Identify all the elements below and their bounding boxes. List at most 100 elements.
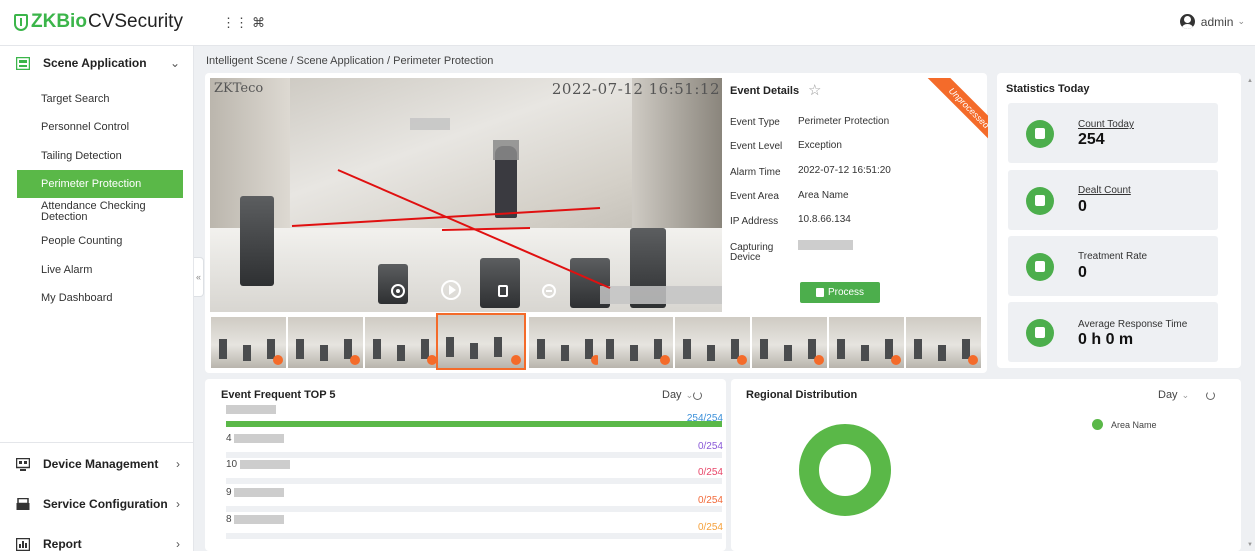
sidebar-item-people-counting[interactable]: People Counting <box>17 227 183 255</box>
event-level-value: Exception <box>798 140 842 151</box>
frequent-bar-track <box>226 478 722 484</box>
blurred-event-name <box>234 488 284 497</box>
alarm-time-value: 2022-07-12 16:51:20 <box>798 165 891 176</box>
sidebar-group-label: Report <box>43 537 82 551</box>
user-avatar-icon <box>1179 14 1195 29</box>
settings-icon[interactable] <box>542 284 556 298</box>
event-thumbnail[interactable] <box>211 317 286 368</box>
sidebar-group-label: Device Management <box>43 457 159 471</box>
sidebar-collapse-handle[interactable]: « <box>194 257 204 297</box>
report-icon <box>15 537 31 551</box>
star-icon[interactable]: ☆ <box>808 81 821 99</box>
event-thumbnail[interactable] <box>752 317 827 368</box>
frequent-bar-track <box>226 506 722 512</box>
sidebar-item-live-alarm[interactable]: Live Alarm <box>17 256 183 284</box>
process-icon <box>815 288 824 297</box>
count-today-link[interactable]: Count Today <box>1078 119 1134 130</box>
average-response-time-label: Average Response Time <box>1078 319 1188 330</box>
stat-card-average-response-time: Average Response Time 0 h 0 m <box>1008 302 1218 362</box>
stat-card-count-today: Count Today 254 <box>1008 103 1218 163</box>
regional-donut-chart[interactable] <box>790 415 900 525</box>
event-thumbnail[interactable] <box>365 317 440 368</box>
event-thumbnail[interactable] <box>906 317 981 368</box>
stat-card-treatment-rate: Treatment Rate 0 <box>1008 236 1218 296</box>
donut-slice-area-name[interactable] <box>799 424 891 516</box>
status-ribbon: Unprocessed <box>910 78 988 156</box>
app-logo[interactable]: ZKBio CVSecurity <box>14 11 183 33</box>
refresh-icon[interactable] <box>1206 391 1215 400</box>
treatment-rate-label: Treatment Rate <box>1078 251 1148 262</box>
sidebar-group-scene-application[interactable]: Scene Application ⌄ <box>0 46 194 80</box>
sidebar-group-service-configuration[interactable]: Service Configuration › <box>0 487 194 521</box>
sidebar-item-attendance-checking-detection[interactable]: Attendance Checking Detection <box>17 198 183 226</box>
perimeter-lines <box>291 169 611 289</box>
frequent-bar-track <box>226 452 722 458</box>
frequent-bar-value: 0/254 <box>697 495 723 506</box>
frequent-bar-value: 0/254 <box>697 522 723 533</box>
event-type-value: Perimeter Protection <box>798 116 890 127</box>
save-icon[interactable] <box>498 285 508 297</box>
blurred-event-name <box>226 405 276 414</box>
sidebar-item-my-dashboard[interactable]: My Dashboard <box>17 284 183 312</box>
alert-badge-icon <box>891 355 901 365</box>
video-osd-time: 2022-07-12 16:51:12 <box>551 80 720 98</box>
frequent-bar-label: 4 <box>226 433 232 444</box>
event-frequent-title: Event Frequent TOP 5 <box>221 389 336 401</box>
alert-badge-icon <box>511 355 521 365</box>
ip-address-label: IP Address <box>730 216 779 227</box>
event-thumbnail[interactable] <box>436 313 526 370</box>
dealt-count-link[interactable]: Dealt Count <box>1078 185 1131 196</box>
blurred-event-name <box>240 460 290 469</box>
sidebar-item-perimeter-protection[interactable]: Perimeter Protection <box>17 170 183 198</box>
alert-badge-icon <box>660 355 670 365</box>
sidebar-item-target-search[interactable]: Target Search <box>17 85 183 113</box>
event-area-value: Area Name <box>798 190 849 201</box>
user-menu[interactable]: admin ⌄ <box>1179 14 1245 29</box>
frequent-bar-label: 9 <box>226 487 232 498</box>
frequent-period-select[interactable]: Day ⌄ <box>662 389 693 401</box>
event-thumbnail[interactable] <box>598 317 673 368</box>
refresh-icon[interactable] <box>693 391 702 400</box>
capturing-device-label: Capturing Device <box>730 242 774 263</box>
event-area-label: Event Area <box>730 191 779 202</box>
event-thumbnail[interactable] <box>529 317 604 368</box>
average-response-time-value: 0 h 0 m <box>1078 331 1134 348</box>
dealt-count-value: 0 <box>1078 198 1087 215</box>
command-icon[interactable]: ⌘ <box>252 15 265 31</box>
stopwatch-icon <box>1026 319 1054 347</box>
regional-legend[interactable]: Area Name <box>1092 419 1157 430</box>
breadcrumb: Intelligent Scene / Scene Application / … <box>206 55 494 67</box>
count-today-value: 254 <box>1078 131 1105 148</box>
event-thumbnail[interactable] <box>288 317 363 368</box>
blurred-event-name <box>234 515 284 524</box>
blurred-event-name <box>234 434 284 443</box>
sidebar-item-tailing-detection[interactable]: Tailing Detection <box>17 142 183 170</box>
alert-badge-icon <box>814 355 824 365</box>
username: admin <box>1200 14 1234 29</box>
video-player[interactable]: ZKTeco 2022-07-12 16:51:12 <box>210 78 722 312</box>
alarm-time-label: Alarm Time <box>730 167 781 178</box>
top-bar: ZKBio CVSecurity ⋮⋮ ⌘ admin ⌄ <box>0 0 1255 46</box>
record-icon[interactable] <box>391 284 405 298</box>
pie-chart-icon <box>1026 253 1054 281</box>
sidebar-group-report[interactable]: Report › <box>0 527 194 551</box>
sidebar-item-personnel-control[interactable]: Personnel Control <box>17 113 183 141</box>
regional-distribution-title: Regional Distribution <box>746 389 858 401</box>
event-thumbnail[interactable] <box>675 317 750 368</box>
event-details-title: Event Details <box>730 85 800 97</box>
event-thumbnail[interactable] <box>829 317 904 368</box>
regional-period-select[interactable]: Day ⌄ <box>1158 389 1189 401</box>
frequent-bar-label: 8 <box>226 514 232 525</box>
apps-grid-icon[interactable]: ⋮⋮ <box>222 15 248 31</box>
frequent-bar-track <box>226 421 722 427</box>
event-level-label: Event Level <box>730 141 783 152</box>
sidebar: Scene Application ⌄ Target Search Person… <box>0 46 194 551</box>
statistics-title: Statistics Today <box>1006 83 1090 95</box>
page-scrollbar[interactable]: ▲ ▼ <box>1245 78 1253 548</box>
sidebar-group-device-management[interactable]: Device Management › <box>0 447 194 481</box>
stat-card-dealt-count: Dealt Count 0 <box>1008 170 1218 230</box>
frequent-bar-label: 10 <box>226 459 238 470</box>
process-button[interactable]: Process <box>800 282 880 303</box>
play-icon[interactable] <box>441 280 461 300</box>
alert-badge-icon <box>350 355 360 365</box>
